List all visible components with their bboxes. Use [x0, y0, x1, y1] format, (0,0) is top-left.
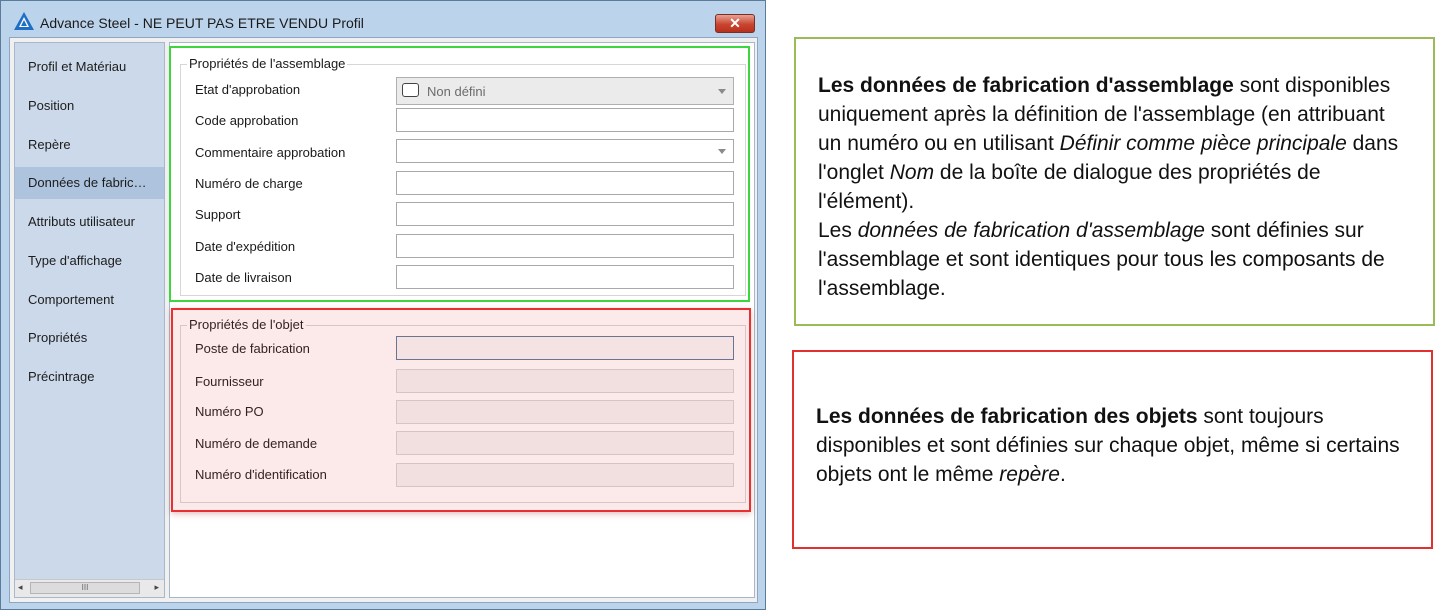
nav-item-comportement[interactable]: Comportement — [15, 284, 164, 316]
object-data-callout: Les données de fabrication des objets so… — [792, 350, 1433, 549]
assembly-highlight-box — [169, 46, 750, 302]
callout-italic-text: repère — [999, 463, 1060, 486]
callout-bold-text: Les données de fabrication d'assemblage — [818, 74, 1234, 97]
nav-item-type-affichage[interactable]: Type d'affichage — [15, 245, 164, 277]
scrollbar-thumb[interactable]: III — [30, 582, 140, 594]
nav-item-profil-materiau[interactable]: Profil et Matériau — [15, 51, 164, 83]
callout-text: Les — [818, 219, 858, 242]
callout-bold-text: Les données de fabrication des objets — [816, 405, 1198, 428]
callout-italic-text: Définir comme pièce principale — [1059, 132, 1347, 155]
window-title: Advance Steel - NE PEUT PAS ETRE VENDU P… — [40, 15, 364, 31]
nav-item-attributs-utilisateur[interactable]: Attributs utilisateur — [15, 206, 164, 238]
nav-item-precintrage[interactable]: Précintrage — [15, 361, 164, 393]
callout-italic-text: Nom — [889, 161, 935, 184]
nav-horizontal-scrollbar[interactable]: ◂ III ▸ — [15, 579, 164, 597]
scroll-left-icon[interactable]: ◂ — [18, 582, 23, 593]
category-nav: Profil et Matériau Position Repère Donné… — [14, 42, 165, 598]
nav-item-position[interactable]: Position — [15, 90, 164, 122]
advance-steel-logo-icon — [14, 12, 34, 30]
assembly-data-callout: Les données de fabrication d'assemblage … — [794, 37, 1435, 326]
nav-item-repere[interactable]: Repère — [15, 129, 164, 161]
close-button[interactable]: ✕ — [715, 14, 755, 33]
nav-item-donnees-fabrication[interactable]: Données de fabric… — [15, 167, 164, 199]
title-bar[interactable]: Advance Steel - NE PEUT PAS ETRE VENDU P… — [1, 1, 765, 37]
scroll-right-icon[interactable]: ▸ — [154, 582, 159, 593]
callout-italic-text: données de fabrication d'assemblage — [857, 219, 1205, 242]
callout-text: . — [1059, 463, 1066, 486]
nav-item-proprietes[interactable]: Propriétés — [15, 322, 164, 354]
object-highlight-box — [171, 308, 751, 512]
